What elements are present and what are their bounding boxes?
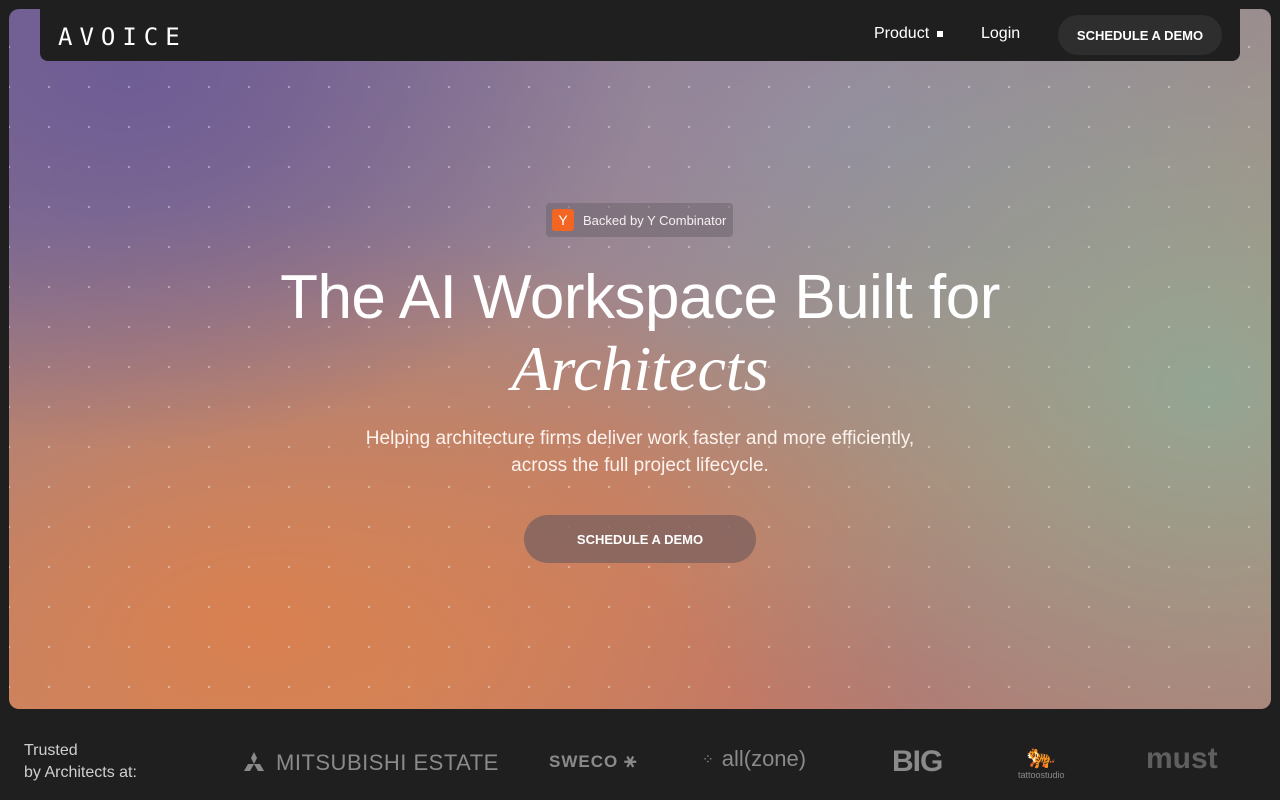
tattoo-text: tattoostudio (1018, 770, 1065, 780)
sweco-text: SWECO (549, 751, 619, 771)
big-logo: BIG (892, 745, 943, 778)
hero-subtitle: Helping architecture firms deliver work … (365, 428, 915, 476)
allzone-dots-icon: ⁘ (702, 750, 714, 767)
yc-icon: Y (552, 209, 574, 231)
mitsubishi-estate-logo: MITSUBISHI ESTATE (242, 750, 499, 776)
allzone-logo: ⁘ all(zone) (702, 746, 806, 772)
allzone-text: all(zone) (721, 746, 807, 771)
hero-headline: The AI Workspace Built for (280, 263, 1000, 332)
tattoo-studio-logo: 🐅 tattoostudio (1018, 743, 1065, 781)
top-navbar: AVOICE Product Login SCHEDULE A DEMO (40, 9, 1240, 61)
square-icon (937, 31, 944, 37)
hero-schedule-demo-button[interactable]: SCHEDULE A DEMO (524, 515, 756, 563)
sweco-star-icon: ⚹ (624, 750, 638, 772)
hero-section: Y Backed by Y Combinator The AI Workspac… (9, 9, 1271, 709)
trusted-label: Trusted by Architects at: (24, 740, 137, 784)
badge-text: Backed by Y Combinator (583, 212, 727, 228)
avoice-logo[interactable]: AVOICE (58, 23, 187, 51)
nav-product-label: Product (874, 25, 930, 42)
nav-schedule-demo-button[interactable]: SCHEDULE A DEMO (1058, 15, 1222, 55)
nav-product-menu[interactable]: Product (874, 25, 944, 43)
hero-headline-italic: Architects (511, 333, 769, 404)
nav-login-link[interactable]: Login (981, 25, 1020, 43)
mitsubishi-text: MITSUBISHI ESTATE (276, 750, 499, 775)
yc-badge: Y Backed by Y Combinator (546, 203, 733, 237)
mitsubishi-diamonds-icon (244, 752, 264, 771)
trusted-line-1: Trusted (24, 742, 78, 759)
tiger-icon: 🐅 (1026, 743, 1057, 770)
must-logo: must (1146, 742, 1218, 775)
sweco-logo: SWECO ⚹ (549, 750, 637, 773)
trusted-line-2: by Architects at: (24, 764, 137, 781)
